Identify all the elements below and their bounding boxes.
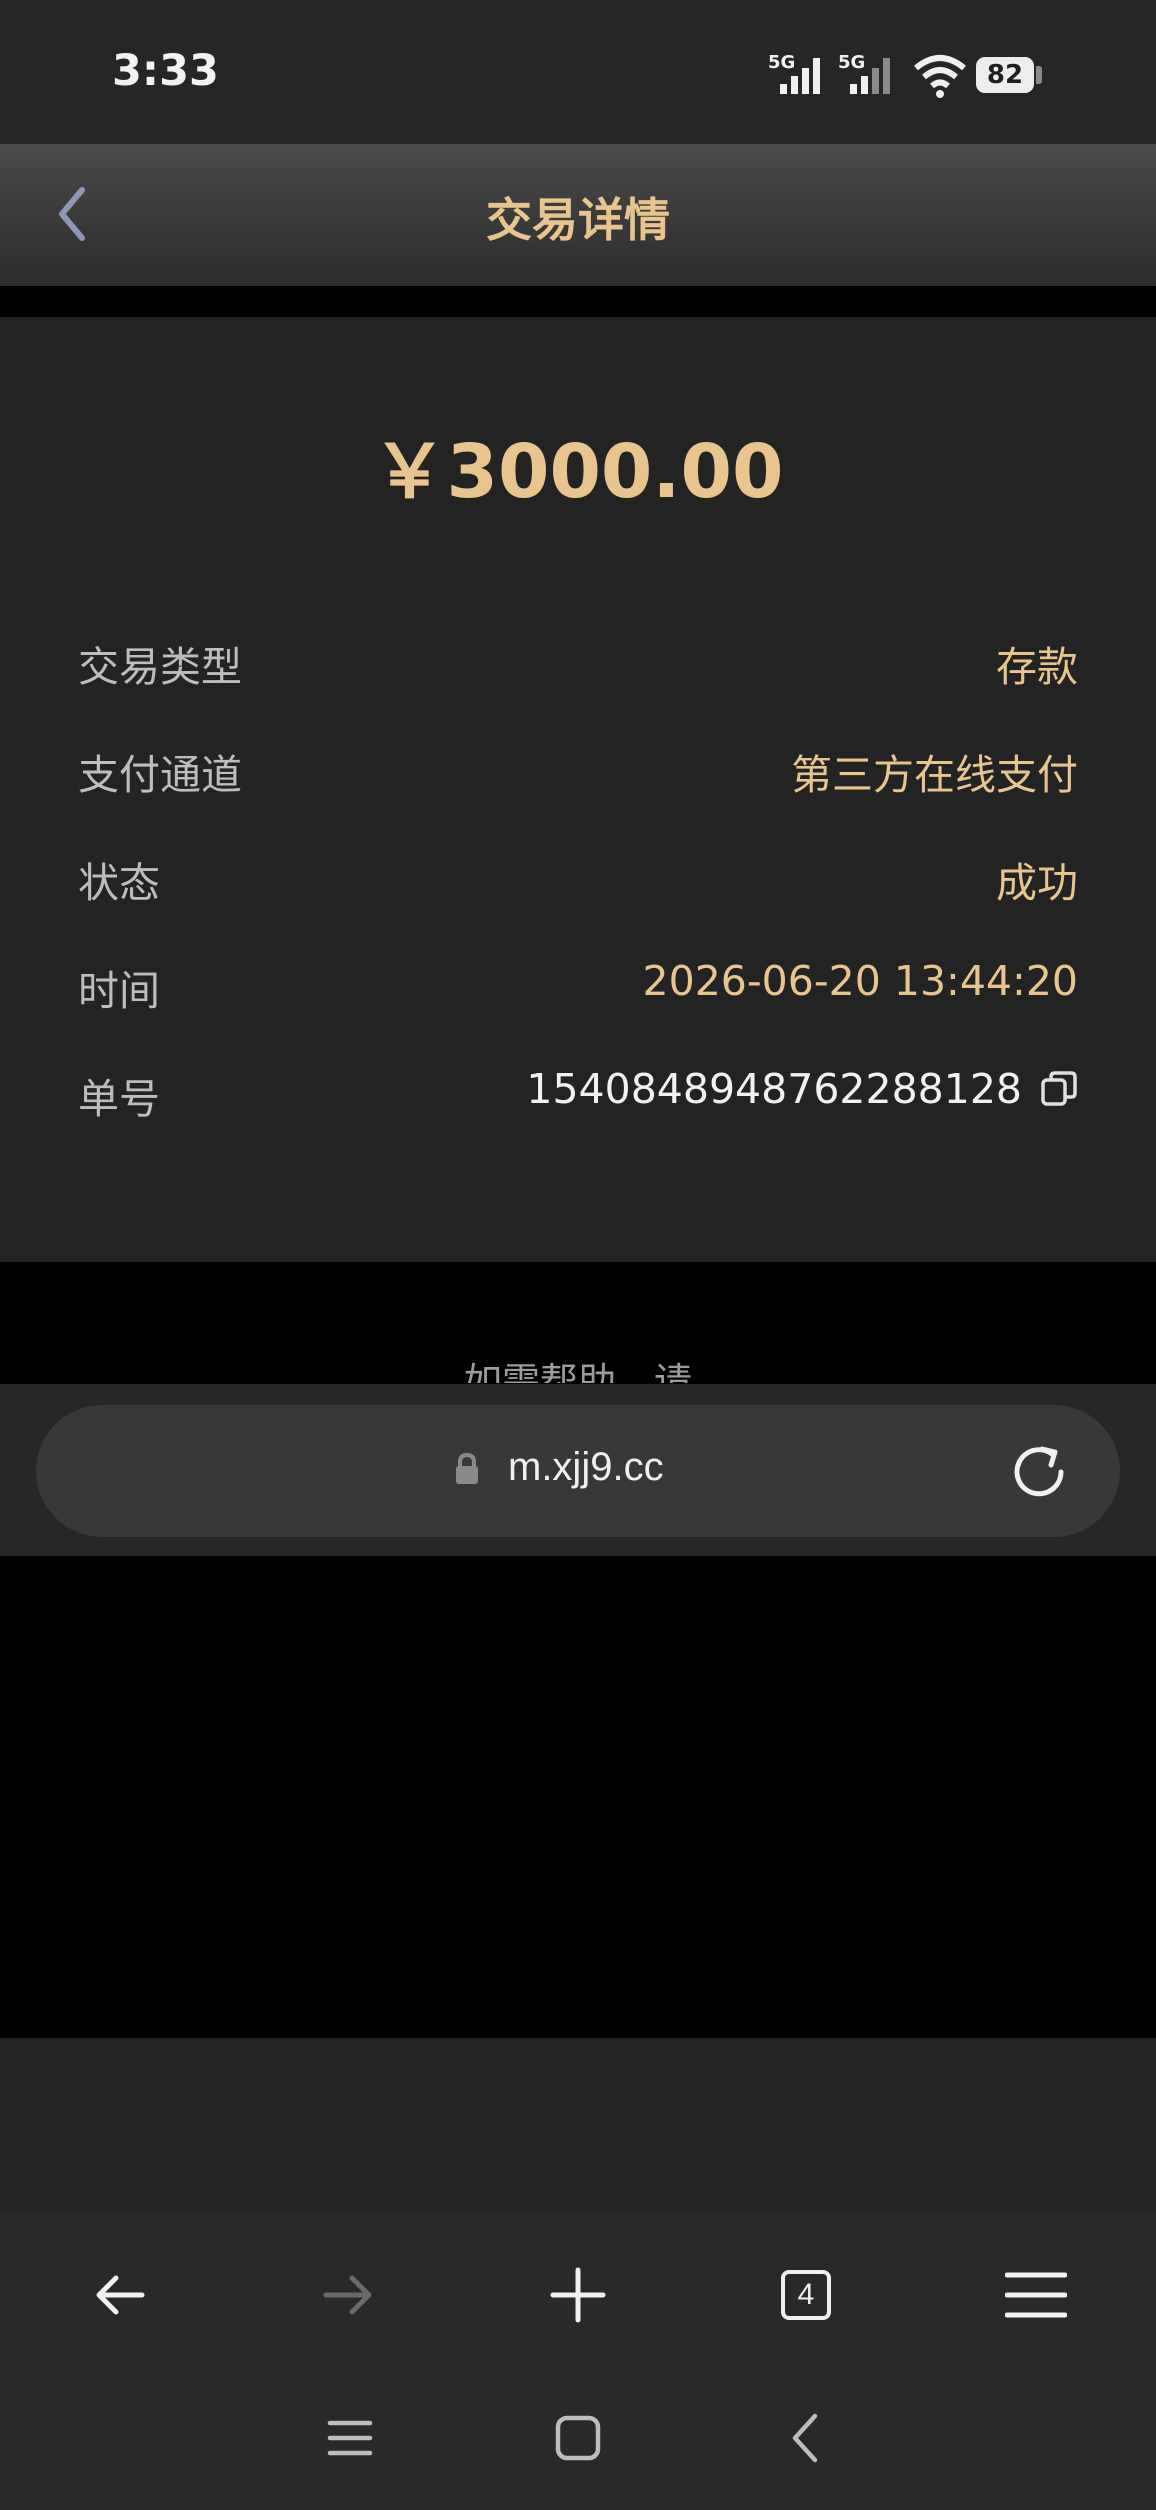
detail-row-status: 状态 成功 (78, 849, 1078, 909)
svg-text:5G: 5G (838, 52, 865, 73)
battery-tip (1036, 66, 1042, 84)
reload-icon (1014, 1446, 1064, 1497)
wifi-icon (914, 55, 966, 98)
plus-icon (550, 2267, 606, 2323)
page-bottom-area (0, 2038, 1156, 2213)
help-text: 如需帮助，请 (463, 1360, 692, 1383)
row-label: 交易类型 (78, 643, 242, 691)
system-back-button[interactable] (770, 2403, 840, 2473)
copy-icon[interactable] (1040, 1070, 1078, 1108)
new-tab-button[interactable] (536, 2253, 620, 2337)
row-value: 存款 (996, 643, 1078, 691)
tabs-button[interactable]: 4 (764, 2253, 848, 2337)
page-title: 交易详情 (486, 193, 670, 247)
detail-row-channel: 支付通道 第三方在线支付 (78, 741, 1078, 801)
battery-indicator: 82 (976, 57, 1034, 93)
tab-count: 4 (781, 2270, 831, 2320)
order-number-value: 1540848948762288128 (526, 1065, 1078, 1113)
browser-forward-button[interactable] (306, 2253, 390, 2337)
lock-icon (456, 1452, 478, 1484)
reload-button[interactable] (1004, 1437, 1074, 1507)
row-label: 时间 (78, 967, 160, 1015)
row-value: 第三方在线支付 (791, 751, 1078, 799)
url-text: m.xjj9.cc (508, 1445, 664, 1489)
status-icons: 5G 5G 82 (766, 48, 1066, 104)
home-button[interactable] (543, 2403, 613, 2473)
menu-button[interactable] (994, 2253, 1078, 2337)
row-value: 2026-06-20 13:44:20 (642, 957, 1078, 1005)
transaction-detail-card: ￥3000.00 交易类型 存款 支付通道 第三方在线支付 状态 成功 时间 2… (0, 317, 1156, 1262)
system-navigation-bar (0, 2373, 1156, 2510)
menu-icon (1005, 2272, 1067, 2318)
address-bar[interactable]: m.xjj9.cc (36, 1405, 1120, 1537)
row-label: 支付通道 (78, 751, 242, 799)
chevron-left-icon (792, 2413, 818, 2463)
order-number-text: 1540848948762288128 (526, 1065, 1022, 1113)
status-bar: 3:33 5G 5G 82 (0, 0, 1156, 144)
transaction-amount: ￥3000.00 (372, 429, 784, 515)
browser-back-button[interactable] (78, 2253, 162, 2337)
row-value: 成功 (996, 859, 1078, 907)
row-label: 状态 (78, 859, 160, 907)
detail-row-type: 交易类型 存款 (78, 633, 1078, 693)
app-header: 交易详情 (0, 144, 1156, 286)
recent-apps-icon (327, 2420, 373, 2456)
home-icon (555, 2415, 601, 2461)
svg-text:5G: 5G (768, 52, 795, 73)
browser-address-area: m.xjj9.cc (0, 1384, 1156, 1556)
signal-icon: 5G (768, 52, 820, 94)
arrow-right-icon (323, 2275, 372, 2315)
browser-toolbar: 4 (0, 2213, 1156, 2373)
row-label: 单号 (78, 1075, 160, 1123)
status-time: 3:33 (112, 46, 219, 96)
detail-row-order-number: 单号 1540848948762288128 (78, 1065, 1078, 1125)
recent-apps-button[interactable] (315, 2403, 385, 2473)
detail-row-time: 时间 2026-06-20 13:44:20 (78, 957, 1078, 1017)
signal-icon: 5G (838, 52, 890, 94)
arrow-left-icon (96, 2275, 145, 2315)
